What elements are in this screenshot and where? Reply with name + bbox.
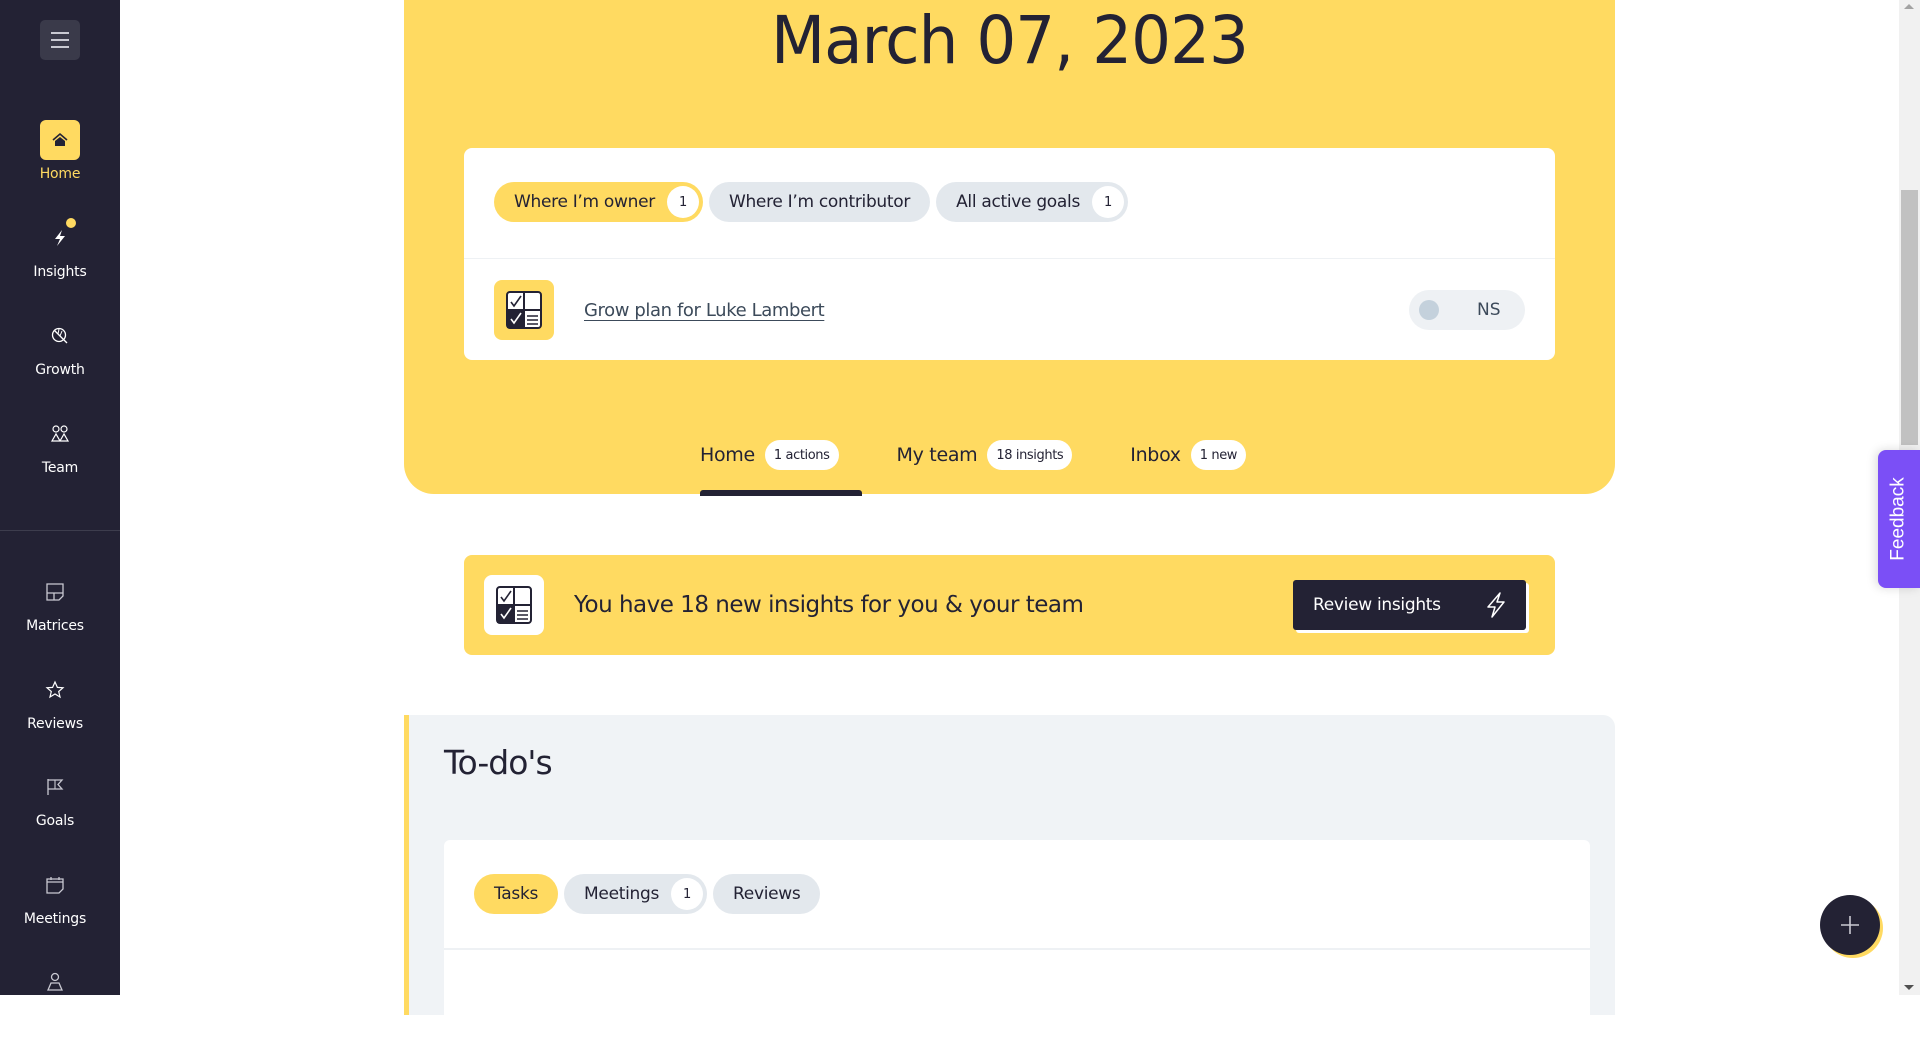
team-icon <box>40 414 80 454</box>
insights-banner: You have 18 new insights for you & your … <box>464 555 1555 655</box>
goals-card: Where I’m owner 1 Where I’m contributor … <box>464 148 1555 360</box>
goal-row: Grow plan for Luke Lambert NS <box>494 280 1525 340</box>
sidebar-item-reviews[interactable]: Reviews <box>0 670 110 732</box>
todo-tab-reviews[interactable]: Reviews <box>713 874 821 914</box>
filter-count: 1 <box>666 186 699 218</box>
todo-tab-tasks[interactable]: Tasks <box>474 874 559 914</box>
plus-icon <box>1841 916 1859 934</box>
tab-label: Tasks <box>494 884 539 904</box>
sidebar-item-label: Home <box>39 166 81 182</box>
sidebar-item-label: Reviews <box>27 716 83 732</box>
lightning-icon <box>1487 592 1505 618</box>
toggle-knob <box>1419 300 1439 320</box>
sidebar-item-goals[interactable]: Goals <box>0 767 110 829</box>
button-label: Review insights <box>1313 595 1441 615</box>
tab-home[interactable]: Home 1 actions <box>700 440 839 470</box>
sidebar-item-profile[interactable] <box>0 962 110 1002</box>
tab-badge: 18 insights <box>987 440 1073 470</box>
sidebar-item-growth[interactable]: Growth <box>0 316 120 378</box>
goal-link[interactable]: Grow plan for Luke Lambert <box>584 300 825 321</box>
tab-label: Reviews <box>733 884 801 904</box>
goal-status-label: NS <box>1477 300 1501 320</box>
sidebar-item-meetings[interactable]: Meetings <box>0 865 110 927</box>
tab-count: 1 <box>671 878 704 910</box>
goal-status-toggle[interactable]: NS <box>1409 290 1525 330</box>
sidebar-item-label: Meetings <box>23 911 87 927</box>
sidebar-item-label: Growth <box>35 362 85 378</box>
calendar-icon <box>35 865 75 905</box>
filter-all-active-goals[interactable]: All active goals 1 <box>936 182 1129 222</box>
tab-badge: 1 new <box>1190 440 1247 470</box>
scrollbar-thumb[interactable] <box>1901 190 1918 445</box>
main-tabs: Home 1 actions My team 18 insights Inbox… <box>700 440 1304 470</box>
filter-label: All active goals <box>956 192 1081 212</box>
card-divider <box>444 948 1590 950</box>
tab-label: Home <box>700 444 755 466</box>
todo-tabs: Tasks Meetings 1 Reviews <box>474 874 821 914</box>
home-icon <box>40 120 80 160</box>
insights-banner-text: You have 18 new insights for you & your … <box>574 592 1084 618</box>
tab-inbox[interactable]: Inbox 1 new <box>1130 440 1247 470</box>
filter-label: Where I’m owner <box>514 192 655 212</box>
card-divider <box>464 258 1555 259</box>
notification-dot <box>66 218 76 228</box>
star-icon <box>35 670 75 710</box>
tab-label: My team <box>896 444 978 466</box>
sidebar-item-matrices[interactable]: Matrices <box>0 572 110 634</box>
todos-section: To-do's Tasks Meetings 1 Reviews <box>404 715 1615 1040</box>
feedback-label: Feedback <box>1888 477 1910 561</box>
menu-button[interactable] <box>40 20 80 60</box>
sidebar-item-team[interactable]: Team <box>0 414 120 476</box>
sidebar-divider <box>0 530 120 531</box>
sidebar-item-label: Insights <box>33 264 87 280</box>
review-insights-button[interactable]: Review insights <box>1293 580 1526 630</box>
sidebar-item-home[interactable]: Home <box>0 120 120 182</box>
feedback-button[interactable]: Feedback <box>1878 450 1920 588</box>
filter-count: 1 <box>1092 186 1125 218</box>
todos-card: Tasks Meetings 1 Reviews <box>444 840 1590 1040</box>
page-date: March 07, 2023 <box>771 2 1249 79</box>
scroll-up-arrow-icon[interactable] <box>1904 4 1914 9</box>
todos-title: To-do's <box>444 743 553 782</box>
sidebar: Home Insights Growth Team Matrices Revie… <box>0 0 120 995</box>
filter-where-owner[interactable]: Where I’m owner 1 <box>494 182 703 222</box>
hamburger-menu-icon <box>51 30 69 51</box>
filter-label: Where I’m contributor <box>728 192 911 212</box>
scroll-down-arrow-icon[interactable] <box>1904 985 1914 990</box>
sidebar-item-label: Team <box>41 460 79 476</box>
tab-badge: 1 actions <box>764 440 839 470</box>
tab-label: Inbox <box>1130 444 1181 466</box>
matrix-icon <box>35 572 75 612</box>
tab-label: Meetings <box>584 884 660 904</box>
goal-filter-pills: Where I’m owner 1 Where I’m contributor … <box>494 182 1129 222</box>
filter-where-contributor[interactable]: Where I’m contributor <box>708 182 931 222</box>
checklist-icon <box>494 280 554 340</box>
leaf-icon <box>40 316 80 356</box>
lightning-icon <box>40 218 80 258</box>
sidebar-item-label: Goals <box>35 813 75 829</box>
tab-my-team[interactable]: My team 18 insights <box>897 440 1073 470</box>
checklist-icon <box>484 575 544 635</box>
user-icon <box>35 962 75 1002</box>
sidebar-item-label: Matrices <box>26 618 84 634</box>
sidebar-item-insights[interactable]: Insights <box>0 218 120 280</box>
flag-icon <box>35 767 75 807</box>
todo-tab-meetings[interactable]: Meetings 1 <box>564 874 708 914</box>
add-button[interactable] <box>1820 895 1880 955</box>
active-tab-indicator <box>700 490 862 496</box>
